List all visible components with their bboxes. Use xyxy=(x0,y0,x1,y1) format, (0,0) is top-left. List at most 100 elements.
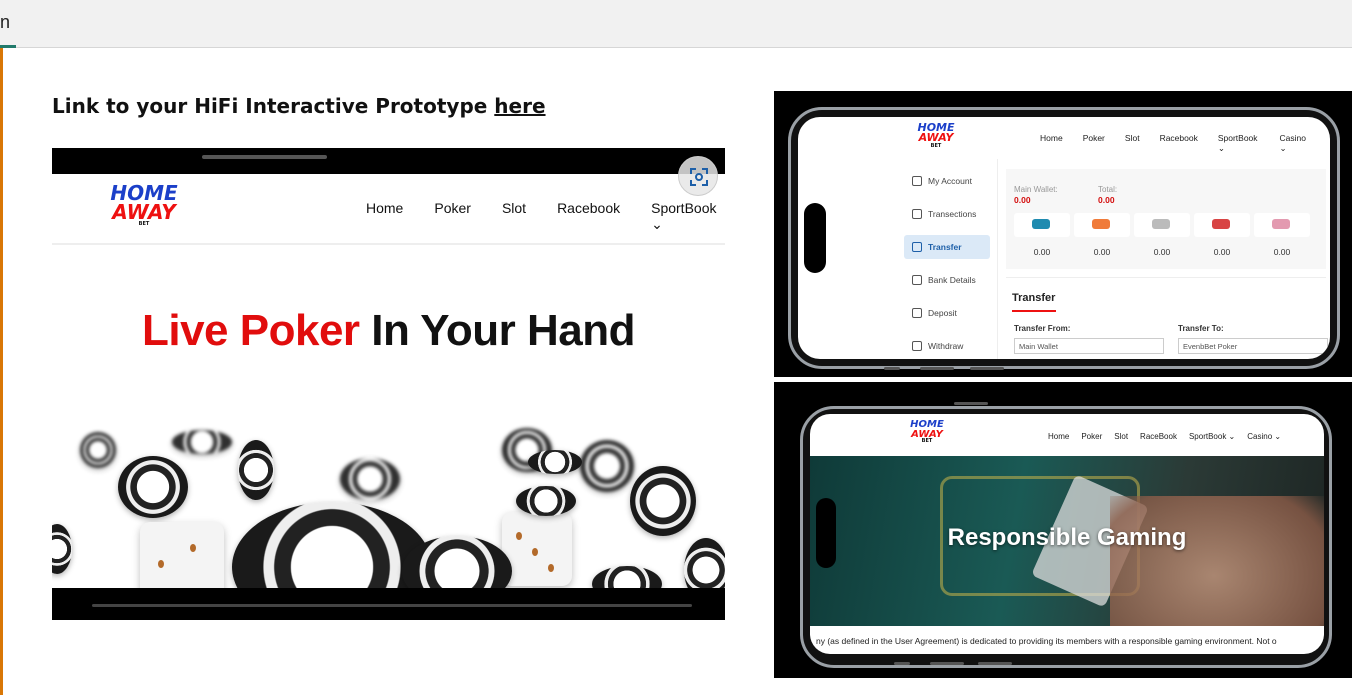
provider-value: 0.00 xyxy=(1093,247,1111,257)
nav-slot[interactable]: Slot xyxy=(1125,133,1140,154)
transfer-to-label: Transfer To: xyxy=(1178,324,1224,333)
transfer-from-select[interactable]: Main Wallet xyxy=(1014,338,1164,354)
provider-card[interactable] xyxy=(1014,213,1070,237)
phone-button xyxy=(894,662,910,665)
dynamic-island xyxy=(804,203,826,273)
homeaway-logo: HOME AWAY BET xyxy=(906,122,966,149)
chip xyxy=(592,566,662,588)
user-icon xyxy=(912,176,922,186)
sidebar-item-label: Withdraw xyxy=(928,341,964,351)
nav-divider xyxy=(52,243,725,245)
main-nav: Home Poker Slot Racebook SportBook ⌄ xyxy=(366,200,725,233)
phone-button xyxy=(930,662,964,665)
tab-active[interactable]: n xyxy=(0,0,16,48)
sidebar-item-label: My Account xyxy=(928,176,972,186)
nav-sportbook[interactable]: SportBook ⌄ xyxy=(651,200,716,233)
main-wallet-label: Main Wallet: xyxy=(1014,185,1058,194)
logo-line-2: AWAY xyxy=(112,200,176,224)
sidebar-item-deposit[interactable]: Deposit xyxy=(904,301,990,325)
chip xyxy=(528,450,582,474)
nav-racebook[interactable]: Racebook xyxy=(557,200,620,233)
body-text: ny (as defined in the User Agreement) is… xyxy=(816,636,1277,646)
hand-image xyxy=(1110,496,1324,626)
nav-sportbook[interactable]: SportBook ⌄ xyxy=(1218,133,1260,154)
prototype-link[interactable]: here xyxy=(494,94,545,118)
provider-value: 0.00 xyxy=(1033,247,1051,257)
nav-poker[interactable]: Poker xyxy=(1081,432,1102,441)
nav-home[interactable]: Home xyxy=(1040,133,1063,154)
nav-casino[interactable]: Casino ⌄ xyxy=(1280,133,1310,154)
chip xyxy=(580,440,634,492)
phone-button xyxy=(884,367,900,370)
chip xyxy=(118,456,188,518)
transfer-to-select[interactable]: EvenbBet Poker xyxy=(1178,338,1328,354)
left-accent-rule xyxy=(0,48,3,695)
provider-value: 0.00 xyxy=(1213,247,1231,257)
homeaway-logo: HOME AWAY BET xyxy=(108,183,180,227)
nav-home[interactable]: Home xyxy=(366,200,403,233)
sidebar-item-label: Deposit xyxy=(928,308,957,318)
provider-card[interactable] xyxy=(1254,213,1310,237)
die xyxy=(502,512,572,586)
scan-icon xyxy=(690,168,708,186)
heading-text: Link to your HiFi Interactive Prototype xyxy=(52,94,495,118)
nav-slot[interactable]: Slot xyxy=(502,200,526,233)
transfer-from-label: Transfer From: xyxy=(1014,324,1071,333)
hero-title: Responsible Gaming xyxy=(947,524,1187,551)
mockup-screen: HOME AWAY BET Home Poker Slot Racebook S… xyxy=(52,174,725,588)
chip xyxy=(684,538,725,588)
hero-banner: Responsible Gaming xyxy=(810,456,1324,626)
sidebar-item-transections[interactable]: Transections xyxy=(904,202,990,226)
provider-card[interactable] xyxy=(1194,213,1250,237)
hero-headline: Live Poker In Your Hand xyxy=(52,306,725,356)
chip xyxy=(52,524,72,574)
nav-poker[interactable]: Poker xyxy=(434,200,471,233)
dynamic-island xyxy=(816,498,836,568)
phone-bottom-bar xyxy=(92,604,692,607)
sidebar-item-label: Transfer xyxy=(928,242,962,252)
nav-home[interactable]: Home xyxy=(1048,432,1069,441)
wallet-icon xyxy=(912,308,922,318)
document-icon xyxy=(912,209,922,219)
mockup-screen: HOME AWAY BET Home Poker Slot RaceBook S… xyxy=(810,414,1324,654)
nav-racebook[interactable]: RaceBook xyxy=(1140,432,1177,441)
die xyxy=(140,522,224,588)
logo-line-3: BET xyxy=(921,438,933,444)
chip xyxy=(80,432,116,468)
account-transfer-mockup: HOME AWAY BET Home Poker Slot Racebook S… xyxy=(774,91,1352,377)
phone-top-bar xyxy=(202,155,327,159)
sidebar-item-bank-details[interactable]: Bank Details xyxy=(904,268,990,292)
account-nav: Home Poker Slot Racebook SportBook ⌄ Cas… xyxy=(1040,133,1330,154)
sidebar-item-withdraw[interactable]: Withdraw xyxy=(904,334,990,358)
provider-card[interactable] xyxy=(1134,213,1190,237)
transfer-panel: Transfer Transfer From: Transfer To: Mai… xyxy=(1006,277,1328,359)
mockup-screen: HOME AWAY BET Home Poker Slot Racebook S… xyxy=(798,117,1330,359)
provider-card[interactable] xyxy=(1074,213,1130,237)
prototype-heading: Link to your HiFi Interactive Prototype … xyxy=(52,94,546,118)
responsible-gaming-mockup: HOME AWAY BET Home Poker Slot RaceBook S… xyxy=(774,382,1352,678)
logo-line-3: BET xyxy=(930,142,942,149)
chip xyxy=(340,458,400,500)
poker-chips-illustration xyxy=(52,424,725,588)
total-label: Total: xyxy=(1098,185,1118,194)
nav-poker[interactable]: Poker xyxy=(1083,133,1105,154)
gaming-nav: Home Poker Slot RaceBook SportBook ⌄ Cas… xyxy=(1048,432,1293,441)
nav-casino[interactable]: Casino ⌄ xyxy=(1247,432,1281,441)
nav-slot[interactable]: Slot xyxy=(1114,432,1128,441)
visual-search-button[interactable] xyxy=(678,156,718,196)
headline-red: Live Poker xyxy=(141,306,360,355)
provider-value: 0.00 xyxy=(1273,247,1291,257)
total-value: 0.00 xyxy=(1098,195,1115,205)
transfer-title: Transfer xyxy=(1012,292,1056,304)
wallet-summary: Main Wallet: 0.00 Total: 0.00 0.00 0.00 … xyxy=(1006,169,1326,269)
headline-rest: In Your Hand xyxy=(359,306,635,355)
chip xyxy=(238,440,274,500)
account-sidebar: My Account Transections Transfer Bank De… xyxy=(898,159,998,359)
nav-sportbook[interactable]: SportBook ⌄ xyxy=(1189,432,1235,441)
sidebar-item-my-account[interactable]: My Account xyxy=(904,169,990,193)
bank-icon xyxy=(912,275,922,285)
sidebar-item-transfer[interactable]: Transfer xyxy=(904,235,990,259)
nav-racebook[interactable]: Racebook xyxy=(1160,133,1198,154)
phone-button xyxy=(970,367,1004,370)
top-tab-bar: n xyxy=(0,0,1352,48)
